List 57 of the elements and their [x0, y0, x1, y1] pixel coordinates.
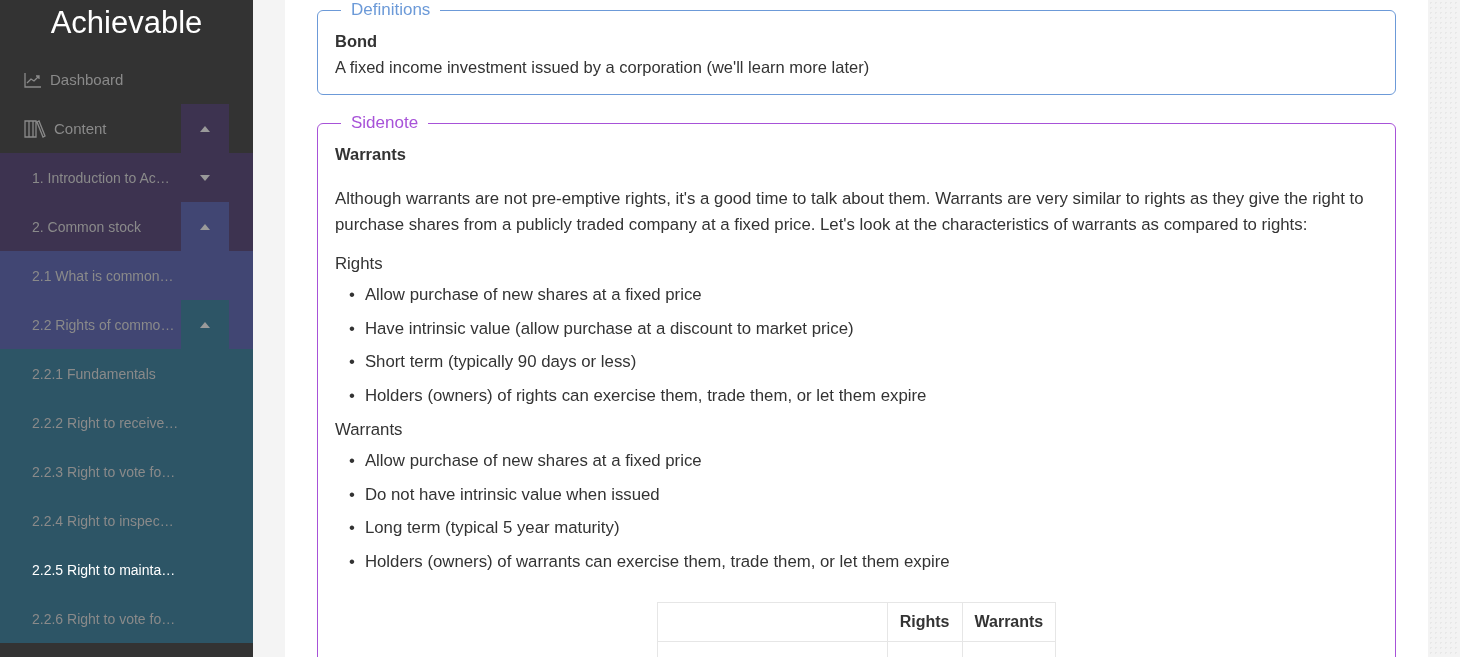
bullet: •: [349, 483, 355, 506]
sidebar-item[interactable]: 2.1 What is common…: [0, 251, 253, 300]
sidebar-item[interactable]: Content: [0, 104, 181, 153]
list-item: Long term (typical 5 year maturity): [364, 517, 620, 540]
sidebar-item[interactable]: 2.2.4 Right to inspec…: [0, 496, 253, 545]
list-title: Rights: [335, 254, 384, 275]
chart-icon: [24, 71, 42, 88]
list-title: Warrants: [335, 420, 404, 441]
sidebar-item[interactable]: 2.2.5 Right to mainta…: [0, 545, 253, 594]
logo: Achievable: [49, 4, 204, 42]
bullet: •: [349, 284, 355, 307]
sidebar-item-label: 2.2 Rights of commo…: [32, 316, 175, 333]
sidebar-item-label: 2.2.1 Fundamentals: [32, 365, 156, 382]
sidebar-item-label: 2.2.4 Right to inspec…: [32, 512, 174, 529]
definition-text: A fixed income investment issued by a corporation (we'll learn more later): [335, 57, 871, 78]
bullet: •: [349, 351, 355, 374]
list-item: Short term (typically 90 days or less): [364, 351, 637, 374]
sidebar-item[interactable]: 2.2.2 Right to receive…: [0, 398, 253, 447]
caret-icon: [200, 174, 210, 181]
sidebar-item-label: 2.1 What is common…: [32, 267, 174, 284]
expand-toggle[interactable]: [181, 104, 229, 153]
sidebar-item-label: 2.2.5 Right to mainta…: [32, 561, 176, 578]
sidebar-item-label: 2. Common stock: [32, 218, 141, 235]
sidenote-heading: Warrants: [335, 145, 407, 165]
term: Bond: [335, 32, 379, 51]
sidebar-item-label: 2.2.3 Right to vote fo…: [32, 463, 176, 480]
sidebar-item-label: Content: [54, 120, 107, 137]
sidebar-item-label: 2.2.6 Right to vote fo…: [32, 610, 176, 627]
sidebar-item[interactable]: 2.2.3 Right to vote fo…: [0, 447, 253, 496]
box-legend: Definitions: [341, 0, 441, 20]
sidebar-item-label: 1. Introduction to Ac…: [32, 169, 170, 186]
list-item: Do not have intrinsic value when issued: [364, 483, 660, 506]
sidebar-item[interactable]: 2.2.6 Right to vote fo…: [0, 594, 253, 643]
paragraph: Although warrants are not pre-emptive rights, it's a good time to talk about them. Warrants are very similar to rights as they give the right to purchase shares from a publicly traded company at a fixed price. Let's look at the characteristics of warrants as compared to rights:: [335, 188, 1365, 237]
bullet: •: [349, 450, 355, 473]
list-item: Allow purchase of new shares at a fixed price: [364, 450, 702, 473]
expand-toggle[interactable]: [181, 202, 229, 251]
sidebar-item[interactable]: 2.2.1 Fundamentals: [0, 349, 253, 398]
list-item: Have intrinsic value (allow purchase at a discount to market price): [364, 317, 854, 340]
box-legend: Sidenote: [341, 113, 429, 134]
list-item: Allow purchase of new shares at a fixed price: [364, 284, 702, 307]
bullet: •: [349, 384, 355, 407]
bullet: •: [349, 517, 355, 540]
list-item: Holders (owners) of warrants can exercise them, trade them, or let them expire: [364, 550, 950, 573]
sidebar-item-label: Dashboard: [50, 71, 124, 88]
caret-icon: [200, 321, 210, 328]
column-header: Rights: [887, 602, 962, 642]
books-icon: [24, 119, 46, 138]
column-header: Warrants: [962, 602, 1056, 642]
bullet: •: [349, 550, 355, 573]
caret-icon: [200, 223, 210, 230]
bullet: •: [349, 317, 355, 340]
expand-toggle[interactable]: [181, 300, 229, 349]
sidebar-item-label: 2.2.2 Right to receive…: [32, 414, 179, 431]
list-item: Holders (owners) of rights can exercise them, trade them, or let them expire: [364, 384, 927, 407]
sidebar-item[interactable]: Dashboard: [0, 55, 253, 104]
caret-icon: [200, 125, 210, 132]
